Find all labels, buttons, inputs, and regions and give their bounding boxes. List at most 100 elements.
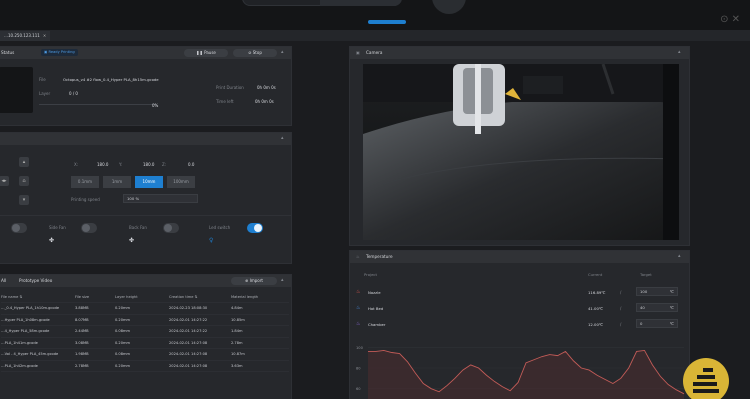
led-switch-toggle[interactable] bbox=[247, 223, 263, 233]
nozzle-label: Nozzle bbox=[368, 290, 381, 295]
camera-feed-image bbox=[363, 64, 679, 240]
part-fan-toggle[interactable] bbox=[11, 223, 27, 233]
temperature-panel-header: ♨ Temperature ▴ bbox=[350, 251, 689, 263]
device-tab[interactable]: …10.250.123.111 ✕ bbox=[0, 31, 51, 41]
collapse-icon[interactable]: ▴ bbox=[281, 49, 284, 55]
back-fan-toggle[interactable] bbox=[163, 223, 179, 233]
window-controls-icon[interactable]: ⊙ ✕ bbox=[720, 14, 740, 25]
file-size-cell: 1.98MB bbox=[75, 352, 89, 357]
table-row[interactable]: …4_Hyper PLA_58m.gcode 2.44MB 0.08mm 202… bbox=[1, 326, 289, 337]
material-length-cell: 2.78m bbox=[231, 340, 243, 345]
col-file-name[interactable]: File name ⇅ bbox=[1, 291, 75, 303]
file-name-cell: …Vol - 4_Hyper PLA_45m.gcode bbox=[1, 352, 59, 357]
z-label: Z: bbox=[162, 162, 167, 167]
bulb-icon: ♀ bbox=[209, 237, 214, 244]
fan-icon: ✤ bbox=[129, 237, 135, 244]
separator: / bbox=[620, 290, 622, 295]
creation-time-cell: 2024-02-01 14:27:22 bbox=[169, 317, 208, 322]
file-value: Octopus_v4 #2 flow_0.4_Hyper PLA_8h15m.g… bbox=[63, 77, 159, 82]
file-size-cell: 3.08MB bbox=[75, 340, 89, 345]
temperature-chart: 100 80 60 bbox=[352, 335, 688, 399]
import-button[interactable]: ⊕ Import bbox=[231, 277, 277, 285]
temp-row-hot-bed: ♨ Hot Bed 41.00℃ / 40 ℃ bbox=[356, 302, 684, 316]
tab-all[interactable]: All bbox=[1, 278, 6, 283]
file-size-cell: 3.88MB bbox=[75, 306, 89, 311]
files-table: File name ⇅ File size Layer height Creat… bbox=[1, 291, 289, 372]
close-icon[interactable]: ✕ bbox=[43, 33, 46, 38]
nozzle-icon: ♨ bbox=[356, 289, 361, 295]
col-project: Project bbox=[364, 272, 377, 277]
table-row[interactable]: …Vol - 4_Hyper PLA_45m.gcode 1.98MB 0.08… bbox=[1, 349, 289, 360]
creation-time-cell: 2024-02-01 14:27:08 bbox=[169, 340, 208, 345]
y-tick-label: 100 bbox=[356, 346, 364, 350]
x-label: X: bbox=[74, 162, 79, 167]
collapse-icon[interactable]: ▴ bbox=[678, 49, 681, 55]
y-tick-label: 80 bbox=[356, 367, 361, 371]
tab-prototype-video[interactable]: Prototype Video bbox=[19, 278, 52, 283]
collapse-icon[interactable]: ▴ bbox=[678, 253, 681, 259]
table-row[interactable]: …Hyper PLA_1h08m.gcode 8.07MB 0.20mm 202… bbox=[1, 314, 289, 326]
step-10mm-button[interactable]: 10mm bbox=[135, 176, 163, 188]
layer-height-cell: 0.20mm bbox=[115, 317, 131, 322]
y-tick-label: 60 bbox=[356, 387, 361, 391]
col-target: Target bbox=[640, 272, 652, 277]
step-0.1mm-button[interactable]: 0.1mm bbox=[71, 176, 99, 188]
file-name-cell: …PLA_1h41m.gcode bbox=[1, 340, 38, 345]
chamber-icon: ♨ bbox=[356, 321, 361, 327]
col-material-length[interactable]: Material length bbox=[231, 291, 289, 303]
home-button[interactable]: ⌂ bbox=[19, 176, 29, 186]
jog-up-button[interactable]: ▴ bbox=[19, 157, 29, 167]
active-tab-indicator bbox=[368, 20, 406, 24]
printing-speed-field[interactable]: 100 % bbox=[123, 194, 198, 203]
layer-height-cell: 0.20mm bbox=[115, 363, 131, 368]
temp-row-chamber: ♨ Chamber 12.00℃ / 0 ℃ bbox=[356, 318, 684, 332]
nozzle-current: 116.89℃ bbox=[588, 290, 606, 295]
progress-value: 0% bbox=[152, 103, 159, 108]
chamber-target-value: 0 bbox=[640, 321, 643, 326]
table-row[interactable]: …PLA_1h42m.gcode 2.78MB 0.20mm 2024-02-0… bbox=[1, 360, 289, 372]
nozzle-target-field[interactable]: 100 ℃ bbox=[636, 287, 678, 296]
hot-bed-target-field[interactable]: 40 ℃ bbox=[636, 303, 678, 312]
temperature-panel-title: Temperature bbox=[366, 254, 393, 259]
file-name-cell: …PLA_1h42m.gcode bbox=[1, 363, 38, 368]
side-fan-toggle[interactable] bbox=[81, 223, 97, 233]
time-left-value: 0h 0m 0s bbox=[255, 99, 274, 104]
layer-height-cell: 0.08mm bbox=[115, 329, 131, 334]
sort-icon: ⇅ bbox=[19, 294, 23, 299]
nozzle-target-value: 100 bbox=[640, 289, 648, 294]
time-left-label: Time left bbox=[216, 99, 234, 104]
chamber-current: 12.00℃ bbox=[588, 322, 604, 327]
step-1mm-button[interactable]: 1mm bbox=[103, 176, 131, 188]
import-button-label: Import bbox=[249, 278, 263, 283]
col-file-size[interactable]: File size bbox=[75, 291, 115, 303]
status-badge: ▣ Ready Printing bbox=[41, 49, 78, 56]
stop-button[interactable]: ⊘ Stop bbox=[233, 49, 277, 57]
col-creation-time[interactable]: Creation time ⇅ bbox=[169, 291, 231, 303]
device-tab-strip bbox=[0, 30, 750, 41]
jog-down-button[interactable]: ▾ bbox=[19, 195, 29, 205]
temperature-chart-svg: 100 80 60 bbox=[356, 346, 685, 399]
chamber-label: Chamber bbox=[368, 322, 386, 327]
chamber-target-field[interactable]: 0 ℃ bbox=[636, 319, 678, 328]
step-100mm-button[interactable]: 100mm bbox=[167, 176, 195, 188]
jog-left-button[interactable]: ◂▸ bbox=[0, 176, 9, 186]
collapse-icon[interactable]: ▴ bbox=[281, 135, 284, 141]
table-row[interactable]: …PLA_1h41m.gcode 3.08MB 0.20mm 2024-02-0… bbox=[1, 337, 289, 349]
printing-speed-value: 100 % bbox=[127, 196, 140, 201]
files-panel: All Prototype Video ⊕ Import ▴ File name… bbox=[0, 274, 292, 399]
pause-button[interactable]: ❚❚ Pause bbox=[184, 49, 228, 57]
app-logo-badge[interactable] bbox=[683, 358, 729, 399]
camera-panel-title: Camera bbox=[366, 50, 383, 55]
separator: / bbox=[620, 322, 622, 327]
mode-switch-active-segment[interactable] bbox=[320, 0, 402, 6]
layer-label: Layer bbox=[39, 91, 51, 96]
col-layer-height[interactable]: Layer height bbox=[115, 291, 169, 303]
hot-bed-target-unit: ℃ bbox=[669, 305, 674, 310]
collapse-icon[interactable]: ▴ bbox=[281, 277, 284, 283]
control-panel-header: ▴ bbox=[0, 133, 291, 145]
device-tab-label: …10.250.123.111 bbox=[4, 33, 40, 38]
layer-value: 0 / 0 bbox=[69, 91, 78, 96]
table-row[interactable]: …_0.4_Hyper PLA_1h10m.gcode 3.88MB 0.20m… bbox=[1, 303, 289, 314]
file-name-cell: …4_Hyper PLA_58m.gcode bbox=[1, 329, 50, 334]
printing-speed-label: Printing speed bbox=[71, 197, 100, 202]
